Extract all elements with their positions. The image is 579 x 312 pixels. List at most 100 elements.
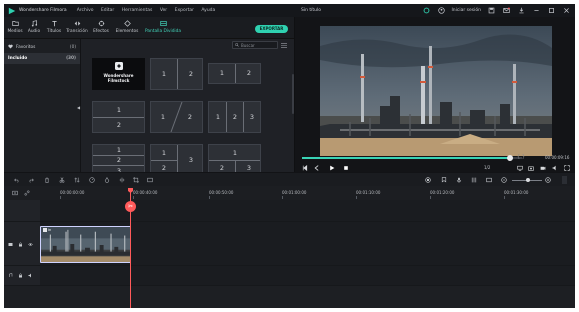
library-item-favoritos[interactable]: Favoritos (0) <box>4 42 80 53</box>
menu-archivo[interactable]: Archivo <box>77 8 94 13</box>
mail-icon[interactable] <box>502 6 511 15</box>
download-icon[interactable] <box>517 6 526 15</box>
split-divider <box>151 160 177 161</box>
lock-icon[interactable] <box>18 242 23 247</box>
tab-efectos[interactable]: Efectos <box>92 20 110 38</box>
green-screen-icon[interactable] <box>147 177 153 183</box>
timeline-fit-button[interactable] <box>562 176 567 184</box>
audio-track[interactable] <box>40 266 575 286</box>
ruler-tick <box>430 196 431 199</box>
preview-quality[interactable]: 1/2 <box>484 165 490 170</box>
step-back-icon[interactable] <box>314 165 320 171</box>
tab-label: Efectos <box>93 29 109 34</box>
sync-icon[interactable] <box>422 6 431 15</box>
redo-icon[interactable] <box>28 177 34 183</box>
video-clip[interactable]: in <box>40 226 131 263</box>
audio-adjust-icon[interactable] <box>119 177 125 183</box>
lock-icon[interactable] <box>18 273 23 278</box>
ruler-label: 00:00:40:00 <box>133 190 158 195</box>
split-tile-3-vertical[interactable]: 1 2 3 <box>208 101 261 133</box>
library-item-incluido[interactable]: Incluido (30) <box>4 53 80 64</box>
collapse-panel-icon[interactable]: ◀ <box>77 105 80 110</box>
split-number: 2 <box>116 156 122 164</box>
tab-titulos[interactable]: Títulos <box>46 20 62 38</box>
tab-label: Elementos <box>115 29 139 34</box>
save-icon[interactable] <box>487 6 496 15</box>
view-menu-icon[interactable] <box>281 43 287 48</box>
elements-icon <box>123 20 131 27</box>
snapshot-icon[interactable] <box>528 165 534 171</box>
add-track-icon[interactable] <box>12 190 18 196</box>
eye-icon[interactable] <box>28 242 33 247</box>
split-tile-2-diagonal[interactable]: 1 2 <box>150 101 203 133</box>
split-number: 3 <box>188 156 194 164</box>
tab-medios[interactable]: Medios <box>7 20 23 38</box>
ruler-label: 00:01:00:00 <box>282 190 307 195</box>
menu-editar[interactable]: Editar <box>101 8 114 13</box>
prev-frame-icon[interactable] <box>302 165 308 171</box>
tab-elementos[interactable]: Elementos <box>115 20 139 38</box>
play-icon[interactable] <box>329 165 335 171</box>
split-divider <box>235 64 236 83</box>
zoom-slider-handle[interactable] <box>526 178 530 182</box>
audio-mixer-icon[interactable] <box>471 177 477 183</box>
render-icon[interactable] <box>517 165 523 171</box>
split-divider <box>243 102 244 132</box>
speaker-icon[interactable] <box>28 273 33 278</box>
menu-ayuda[interactable]: Ayuda <box>201 8 215 13</box>
split-tile-2-horizontal[interactable]: 1 2 <box>92 101 145 133</box>
split-number: 1 <box>160 113 166 121</box>
undo-icon[interactable] <box>14 177 20 183</box>
split-number: 1 <box>219 69 225 77</box>
mark-in-out-icon[interactable]: { } <box>517 154 525 160</box>
delete-icon[interactable] <box>44 177 50 183</box>
scrubber-handle[interactable] <box>506 155 513 161</box>
split-number: 1 <box>116 106 122 114</box>
fullscreen-icon[interactable] <box>564 165 570 171</box>
adjust-icon[interactable] <box>74 177 80 183</box>
playhead-split-button[interactable]: ✂ <box>125 201 136 212</box>
volume-icon[interactable] <box>552 165 558 171</box>
camera-icon[interactable] <box>540 165 546 171</box>
ruler-tick <box>209 196 210 199</box>
link-icon[interactable] <box>24 190 30 196</box>
audio-track-header <box>4 266 40 286</box>
speed-icon[interactable] <box>89 177 95 183</box>
split-screen-icon <box>159 21 167 26</box>
music-icon <box>31 20 37 27</box>
login-link[interactable]: Iniciar sesión <box>451 8 481 13</box>
transition-icon <box>74 21 80 26</box>
voiceover-icon[interactable] <box>456 177 462 183</box>
color-icon[interactable] <box>104 177 110 183</box>
zoom-in-icon[interactable] <box>545 177 551 183</box>
close-icon[interactable] <box>562 6 571 15</box>
menu-ver[interactable]: Ver <box>160 8 167 13</box>
filmstock-tile[interactable]: Wondershare Filmstock <box>92 58 145 90</box>
search-input[interactable]: Buscar <box>232 41 278 49</box>
library-panel: Favoritos (0) Incluido (30) ◀ <box>4 39 81 172</box>
playback-controls <box>302 165 572 172</box>
marker-icon[interactable] <box>441 177 447 183</box>
timeline-ruler[interactable]: 00:00:00:00 00:00:40:00 00:00:50:00 00:0… <box>4 186 575 200</box>
tab-pantalla-dividida[interactable]: Pantalla Dividida <box>143 20 183 41</box>
tab-label: Medios <box>7 29 23 34</box>
zoom-out-icon[interactable] <box>501 177 507 183</box>
user-icon[interactable] <box>437 6 446 15</box>
minimize-icon[interactable] <box>532 6 541 15</box>
render-preview-icon[interactable] <box>425 177 431 183</box>
tab-transicion[interactable]: Transición <box>65 20 89 38</box>
split-divider <box>177 145 178 175</box>
tab-audio[interactable]: Audio <box>27 20 41 38</box>
playback-progress <box>302 157 510 159</box>
empty-track[interactable] <box>40 200 575 222</box>
maximize-icon[interactable] <box>547 6 556 15</box>
split-tile-2-wide[interactable]: 1 2 <box>208 63 261 84</box>
menu-exportar[interactable]: Exportar <box>175 8 194 13</box>
split-tile-2-vertical[interactable]: 1 2 <box>150 58 203 90</box>
stop-icon[interactable] <box>343 165 349 171</box>
crop-icon[interactable] <box>133 177 139 183</box>
menu-herramientas[interactable]: Herramientas <box>122 8 153 13</box>
export-button[interactable]: EXPORTAR <box>255 25 288 33</box>
cut-icon[interactable] <box>59 177 65 183</box>
snapshot-timeline-icon[interactable] <box>486 177 492 183</box>
